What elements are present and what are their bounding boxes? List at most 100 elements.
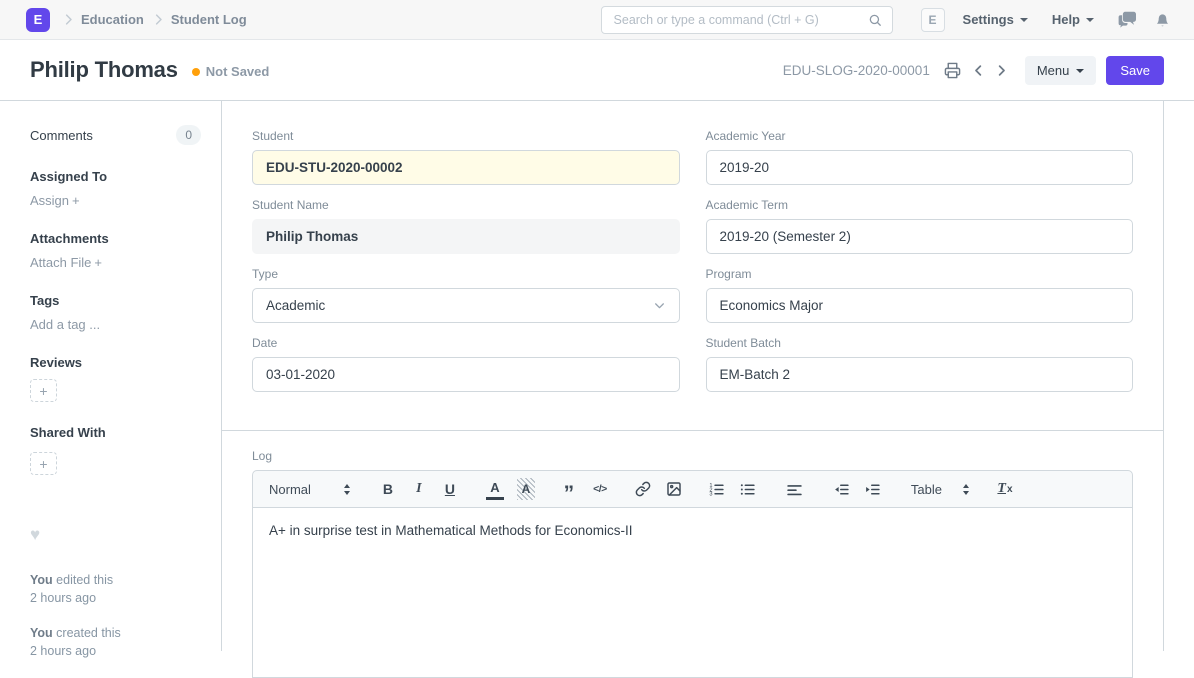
- field-date: Date 03-01-2020: [252, 336, 680, 392]
- log-label: Log: [252, 449, 1133, 463]
- field-label: Academic Term: [706, 198, 1134, 212]
- search-input[interactable]: [612, 12, 862, 28]
- add-tag-label: Add a tag ...: [30, 317, 100, 332]
- form-sidebar: Comments 0 Assigned To Assign+ Attachmen…: [0, 101, 222, 651]
- link-icon[interactable]: [634, 478, 652, 500]
- type-select[interactable]: Academic: [252, 288, 680, 323]
- print-icon[interactable]: [944, 62, 961, 79]
- clear-format-icon[interactable]: Tx: [996, 478, 1014, 500]
- background-color-icon[interactable]: A: [517, 478, 535, 500]
- activity-entry: You created this 2 hours ago: [30, 624, 201, 660]
- code-icon[interactable]: </>: [591, 478, 609, 500]
- attachments-title: Attachments: [30, 231, 201, 246]
- breadcrumb-chevron-icon: [61, 12, 76, 27]
- add-tag-action[interactable]: Add a tag ...: [30, 317, 201, 332]
- activity-action: created this: [56, 626, 121, 640]
- menu-button-label: Menu: [1037, 63, 1070, 78]
- breadcrumb-education[interactable]: Education: [81, 12, 144, 27]
- field-student-name: Student Name Philip Thomas: [252, 198, 680, 254]
- field-label: Student Batch: [706, 336, 1134, 350]
- save-button[interactable]: Save: [1106, 56, 1164, 85]
- help-menu[interactable]: Help: [1052, 12, 1094, 27]
- menu-button[interactable]: Menu: [1025, 56, 1097, 85]
- student-value: EDU-STU-2020-00002: [266, 160, 403, 175]
- field-academic-year: Academic Year 2019-20: [706, 129, 1134, 185]
- outdent-icon[interactable]: [833, 478, 851, 500]
- bullet-list-icon[interactable]: [739, 478, 757, 500]
- table-dropdown[interactable]: Table: [911, 482, 942, 497]
- academic-term-input[interactable]: 2019-20 (Semester 2): [706, 219, 1134, 254]
- activity-time: 2 hours ago: [30, 591, 96, 605]
- bold-icon[interactable]: B: [379, 478, 397, 500]
- table-updown-icon[interactable]: [963, 484, 969, 495]
- field-label: Type: [252, 267, 680, 281]
- field-label: Academic Year: [706, 129, 1134, 143]
- align-icon[interactable]: [786, 478, 804, 500]
- academic-year-input[interactable]: 2019-20: [706, 150, 1134, 185]
- save-button-label: Save: [1120, 63, 1150, 78]
- add-share-button[interactable]: +: [30, 452, 57, 475]
- student-name-readonly: Philip Thomas: [252, 219, 680, 254]
- plus-icon: +: [94, 255, 102, 270]
- activity-time: 2 hours ago: [30, 644, 96, 658]
- field-label: Date: [252, 336, 680, 350]
- underline-icon[interactable]: U: [441, 478, 459, 500]
- prev-record-icon[interactable]: [971, 63, 986, 78]
- assign-action[interactable]: Assign+: [30, 193, 201, 208]
- date-value: 03-01-2020: [266, 367, 335, 382]
- navbar: E Education Student Log E Settings Help: [0, 0, 1194, 40]
- field-type: Type Academic: [252, 267, 680, 323]
- status-label: Not Saved: [206, 64, 270, 79]
- academic-year-value: 2019-20: [720, 160, 770, 175]
- tags-title: Tags: [30, 293, 201, 308]
- comments-label: Comments: [30, 128, 93, 143]
- student-input[interactable]: EDU-STU-2020-00002: [252, 150, 680, 185]
- font-color-icon[interactable]: A: [486, 478, 504, 500]
- field-student-batch: Student Batch EM-Batch 2: [706, 336, 1134, 392]
- image-icon[interactable]: [665, 478, 683, 500]
- indent-icon[interactable]: [864, 478, 882, 500]
- chat-icon[interactable]: [1118, 11, 1137, 28]
- like-heart-icon[interactable]: ♥: [30, 525, 50, 545]
- app-logo[interactable]: E: [26, 8, 50, 32]
- notifications-bell-icon[interactable]: [1155, 12, 1170, 28]
- settings-menu[interactable]: Settings: [963, 12, 1028, 27]
- breadcrumb-student-log[interactable]: Student Log: [171, 12, 247, 27]
- plus-icon: +: [72, 193, 80, 208]
- form-fields-section: Student EDU-STU-2020-00002 Academic Year…: [222, 101, 1163, 405]
- student-batch-input[interactable]: EM-Batch 2: [706, 357, 1134, 392]
- svg-text:3: 3: [710, 491, 713, 497]
- field-label: Program: [706, 267, 1134, 281]
- tags-section: Tags Add a tag ...: [30, 293, 201, 332]
- paragraph-style-dropdown[interactable]: Normal: [269, 482, 311, 497]
- status-dot-icon: [192, 68, 200, 76]
- shared-with-section: Shared With +: [30, 425, 201, 475]
- attach-file-action[interactable]: Attach File+: [30, 255, 201, 270]
- global-search[interactable]: [601, 6, 893, 34]
- log-section: Log Normal B I U A A ” </>: [222, 431, 1163, 678]
- app-logo-letter: E: [34, 12, 43, 27]
- comments-count-badge: 0: [176, 125, 201, 145]
- log-editor[interactable]: A+ in surprise test in Mathematical Meth…: [252, 508, 1133, 678]
- assigned-to-section: Assigned To Assign+: [30, 169, 201, 208]
- reviews-section: Reviews +: [30, 355, 201, 402]
- comments-row[interactable]: Comments 0: [30, 125, 201, 145]
- page-title: Philip Thomas: [30, 57, 178, 83]
- editor-toolbar: Normal B I U A A ” </>: [252, 470, 1133, 508]
- date-input[interactable]: 03-01-2020: [252, 357, 680, 392]
- next-record-icon[interactable]: [994, 63, 1009, 78]
- italic-icon[interactable]: I: [410, 478, 428, 500]
- add-review-button[interactable]: +: [30, 379, 57, 402]
- style-updown-icon[interactable]: [344, 484, 350, 495]
- activity-actor: You: [30, 573, 53, 587]
- ordered-list-icon[interactable]: 123: [708, 478, 726, 500]
- student-batch-value: EM-Batch 2: [720, 367, 791, 382]
- program-input[interactable]: Economics Major: [706, 288, 1134, 323]
- search-icon: [868, 13, 882, 27]
- chevron-down-icon: [653, 299, 666, 312]
- header-actions: EDU-SLOG-2020-00001 Menu Save: [783, 56, 1164, 85]
- assign-label: Assign: [30, 193, 69, 208]
- blockquote-icon[interactable]: ”: [560, 483, 578, 505]
- user-avatar[interactable]: E: [921, 8, 945, 32]
- document-id: EDU-SLOG-2020-00001: [783, 63, 930, 78]
